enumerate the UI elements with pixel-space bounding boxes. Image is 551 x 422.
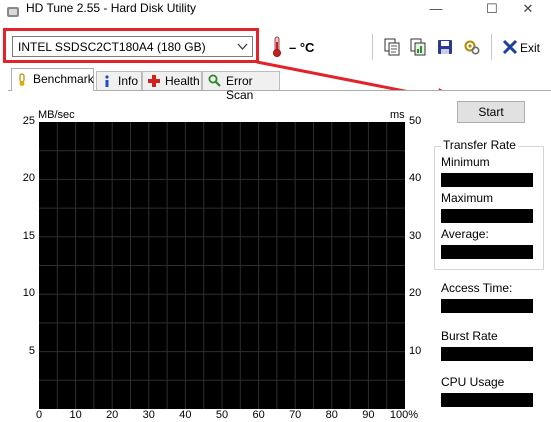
maximum-label: Maximum (441, 191, 494, 205)
health-icon (148, 75, 160, 87)
tab-error-scan-label: Error Scan (226, 74, 254, 102)
left-axis-tick-label: 10 (22, 287, 35, 300)
toolbar-separator (372, 34, 373, 60)
tab-health-label: Health (165, 74, 200, 88)
options-icon[interactable] (463, 38, 481, 56)
right-axis-tick-label: 50 (409, 115, 422, 127)
app-icon (7, 7, 19, 17)
exit-icon[interactable] (501, 38, 519, 56)
tab-info[interactable]: Info (96, 71, 142, 90)
average-value (441, 245, 533, 259)
benchmark-plot (39, 122, 405, 409)
exit-button-label[interactable]: Exit (520, 41, 540, 55)
cpu-usage-label: CPU Usage (441, 375, 505, 389)
tab-info-label: Info (118, 74, 139, 88)
x-axis-tick-label: 80 (325, 409, 338, 421)
thermometer-icon (273, 36, 281, 57)
x-axis-tick-label: 40 (179, 409, 192, 421)
right-axis-unit: ms (390, 109, 405, 121)
access-time-value (441, 299, 533, 313)
error-scan-icon (208, 74, 221, 87)
x-axis-tick-label: 70 (289, 409, 302, 421)
copy-text-icon[interactable] (383, 38, 401, 56)
left-axis-tick-label: 20 (22, 172, 35, 185)
minimize-button[interactable]: — (413, 0, 459, 20)
access-time-label: Access Time: (441, 281, 513, 295)
x-axis-tick-label: 60 (252, 409, 265, 421)
average-label: Average: (441, 227, 489, 241)
info-icon (105, 75, 109, 87)
burst-rate-label: Burst Rate (441, 329, 498, 343)
x-axis-tick-label: 30 (142, 409, 155, 421)
minimum-label: Minimum (441, 155, 490, 169)
tab-health[interactable]: Health (142, 71, 202, 90)
transfer-rate-title: Transfer Rate (441, 138, 518, 152)
burst-rate-value (441, 347, 533, 361)
cpu-usage-value (441, 393, 533, 407)
minimum-value (441, 173, 533, 187)
right-axis-tick-label: 40 (409, 172, 422, 185)
save-icon[interactable] (436, 38, 454, 56)
close-button[interactable]: ✕ (505, 0, 551, 20)
tab-benchmark[interactable]: Benchmark (11, 68, 94, 91)
annotation-highlight-box (3, 28, 259, 63)
right-axis-tick-label: 20 (409, 287, 422, 300)
right-axis-tick-label: 10 (409, 344, 422, 357)
maximum-value (441, 209, 533, 223)
x-axis-tick-label: 10 (69, 409, 82, 421)
benchmark-icon (19, 73, 25, 86)
toolbar-separator (491, 34, 492, 60)
x-axis-tick-label: 20 (106, 409, 119, 421)
x-axis-tick-label: 50 (215, 409, 229, 421)
left-axis-tick-label: 5 (28, 344, 35, 357)
x-axis-tick-label: 0 (35, 409, 43, 421)
left-axis-unit: MB/sec (38, 109, 75, 121)
left-axis-tick-label: 25 (22, 115, 35, 127)
start-button[interactable]: Start (457, 101, 525, 123)
right-axis-tick-label: 30 (409, 229, 422, 242)
tab-error-scan[interactable]: Error Scan (202, 71, 280, 102)
tab-benchmark-label: Benchmark (33, 72, 94, 86)
left-axis-tick-label: 15 (22, 229, 35, 242)
copy-image-icon[interactable] (409, 38, 427, 56)
temperature-readout: – °C (289, 40, 315, 55)
window-title: HD Tune 2.55 - Hard Disk Utility (26, 1, 197, 15)
x-axis-tick-label: 100% (389, 409, 419, 421)
x-axis-tick-label: 90 (362, 409, 375, 421)
